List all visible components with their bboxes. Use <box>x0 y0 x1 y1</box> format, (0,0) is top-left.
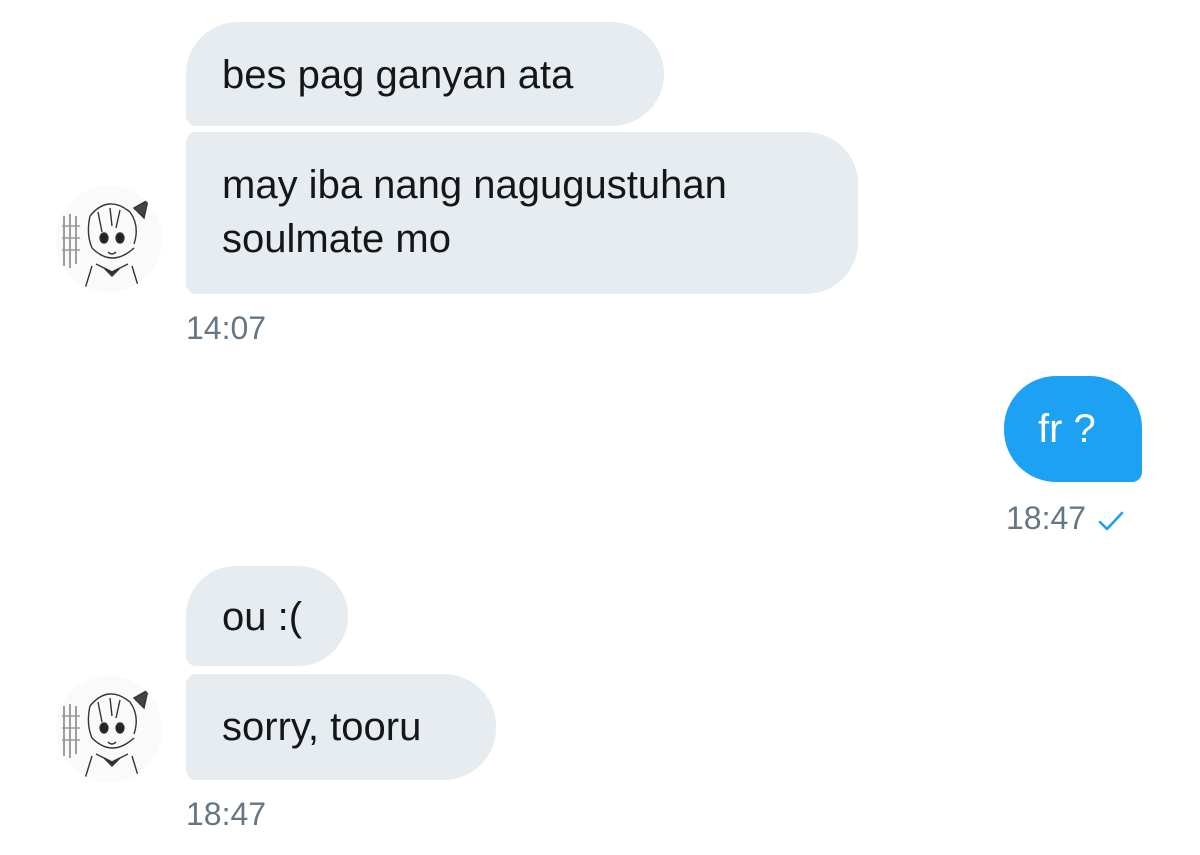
anime-avatar-icon <box>56 676 162 782</box>
message-timestamp: 14:07 <box>186 310 267 346</box>
timestamp-text: 18:47 <box>1006 500 1087 536</box>
message-text: soulmate mo <box>222 217 451 261</box>
checkmark-icon <box>1098 503 1124 539</box>
message-bubble-outgoing[interactable]: fr ? <box>1004 376 1142 482</box>
anime-avatar-icon <box>56 186 162 292</box>
message-timestamp: 18:47 <box>186 796 267 832</box>
message-text: ou :( <box>222 595 303 639</box>
message-timestamp: 18:47 <box>1006 500 1124 539</box>
message-bubble[interactable]: sorry, tooru <box>186 674 496 780</box>
avatar[interactable] <box>56 186 162 292</box>
message-text: may iba nang nagugustuhan <box>222 163 727 207</box>
message-bubble[interactable]: ou :( <box>186 566 348 666</box>
message-text: sorry, tooru <box>222 705 422 749</box>
message-bubble[interactable]: bes pag ganyan ata <box>186 22 664 126</box>
avatar[interactable] <box>56 676 162 782</box>
message-bubble[interactable]: may iba nang nagugustuhan soulmate mo <box>186 132 858 294</box>
message-text: bes pag ganyan ata <box>222 53 574 97</box>
message-text: fr ? <box>1038 407 1096 451</box>
